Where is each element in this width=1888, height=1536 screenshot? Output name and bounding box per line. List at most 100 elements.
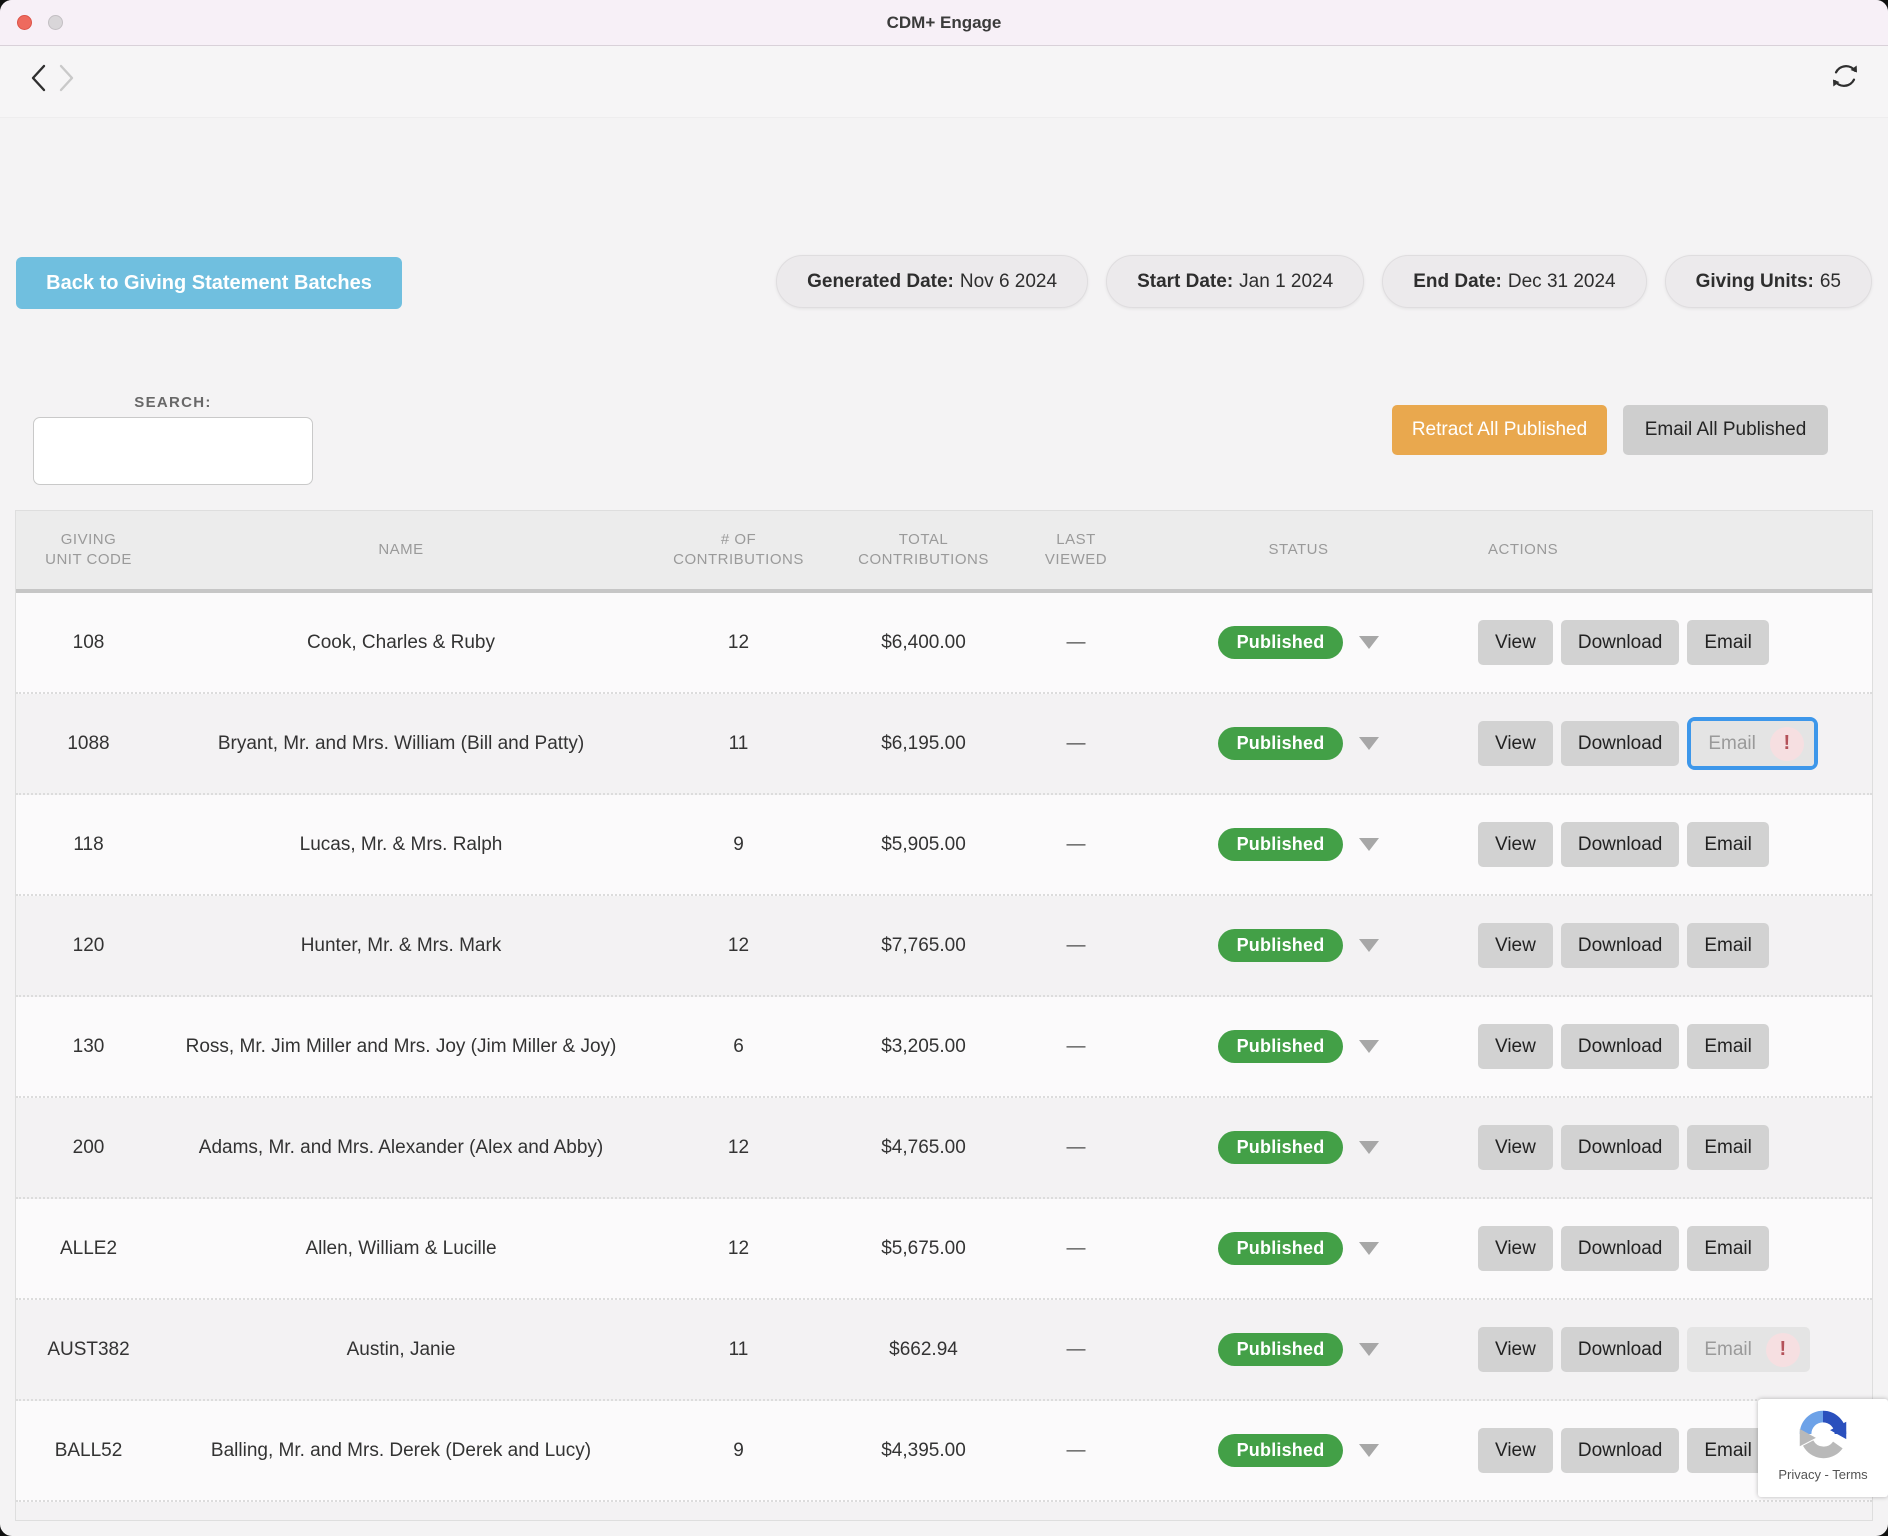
view-button[interactable]: View — [1478, 1125, 1553, 1170]
actions-cell: View DownloadEmail — [1456, 1024, 1872, 1069]
status-dropdown-caret-icon[interactable] — [1359, 1141, 1379, 1154]
email-all-published-button[interactable]: Email All Published — [1623, 405, 1828, 455]
window-title: CDM+ Engage — [887, 13, 1002, 33]
giving-unit-code-cell: ALLE2 — [16, 1238, 161, 1260]
last-viewed-cell: — — [1011, 632, 1141, 654]
email-button[interactable]: Email — [1687, 822, 1769, 867]
email-button-label: Email — [1704, 935, 1752, 957]
column-header-line: NAME — [378, 540, 423, 560]
contributions-cell: 12 — [641, 632, 836, 654]
giving-unit-code-cell: 130 — [16, 1036, 161, 1058]
email-button[interactable]: Email — [1687, 620, 1769, 665]
contributions-cell: 6 — [641, 1036, 836, 1058]
table-row: AUST382Austin, Janie11$662.94—PublishedV… — [16, 1300, 1872, 1401]
view-button-label: View — [1495, 1238, 1536, 1260]
search-input[interactable] — [33, 417, 313, 485]
status-dropdown-caret-icon[interactable] — [1359, 939, 1379, 952]
email-button[interactable]: Email — [1687, 1428, 1769, 1473]
recaptcha-badge[interactable]: Privacy - Terms — [1758, 1399, 1888, 1497]
view-button[interactable]: View — [1478, 1428, 1553, 1473]
actions-cell: ViewDownload Email — [1456, 1125, 1872, 1170]
status-dropdown-caret-icon[interactable] — [1359, 838, 1379, 851]
email-button-label: Email — [1704, 1137, 1752, 1159]
status-dropdown-caret-icon[interactable] — [1359, 1343, 1379, 1356]
actions-cell: View Download Email — [1456, 1226, 1872, 1271]
download-button-label: Download — [1578, 1339, 1663, 1361]
partial-next-row — [16, 1502, 1872, 1521]
column-header-line: VIEWED — [1045, 550, 1107, 570]
download-button-label: Download — [1578, 935, 1663, 957]
download-button[interactable]: Download — [1561, 923, 1680, 968]
status-dropdown-caret-icon[interactable] — [1359, 1242, 1379, 1255]
email-button[interactable]: Email — [1687, 1024, 1769, 1069]
recaptcha-privacy-terms[interactable]: Privacy - Terms — [1778, 1467, 1867, 1482]
download-button[interactable]: Download — [1561, 1024, 1680, 1069]
view-button[interactable]: View — [1478, 1226, 1553, 1271]
view-button-label: View — [1495, 632, 1536, 654]
status-cell: Published — [1141, 929, 1456, 962]
view-button-label: View — [1495, 1036, 1536, 1058]
giving-unit-code-cell: 120 — [16, 935, 161, 957]
status-badge: Published — [1218, 1030, 1344, 1063]
column-header-line: CONTRIBUTIONS — [858, 550, 989, 570]
batch-info-pills: Generated Date:Nov 6 2024Start Date:Jan … — [776, 255, 1872, 308]
pill-value: Dec 31 2024 — [1508, 271, 1616, 293]
table-row: BALL52Balling, Mr. and Mrs. Derek (Derek… — [16, 1401, 1872, 1502]
pill-label: Start Date: — [1137, 271, 1233, 293]
last-viewed-cell: — — [1011, 834, 1141, 856]
email-button-label: Email — [1704, 834, 1752, 856]
status-cell: Published — [1141, 1030, 1456, 1063]
table-row: 118Lucas, Mr. & Mrs. Ralph9$5,905.00—Pub… — [16, 795, 1872, 896]
total-contributions-cell: $7,765.00 — [836, 935, 1011, 957]
email-button[interactable]: Email — [1687, 1125, 1769, 1170]
status-cell: Published — [1141, 1131, 1456, 1164]
view-button[interactable]: View — [1478, 1024, 1553, 1069]
email-button[interactable]: Email — [1687, 1226, 1769, 1271]
table-row: ALLE2Allen, William & Lucille12$5,675.00… — [16, 1199, 1872, 1300]
status-dropdown-caret-icon[interactable] — [1359, 1444, 1379, 1457]
column-header: GIVINGUNIT CODE — [16, 530, 161, 570]
pill-label: Generated Date: — [807, 271, 954, 293]
giving-unit-code-cell: AUST382 — [16, 1339, 161, 1361]
status-cell: Published — [1141, 1434, 1456, 1467]
refresh-icon[interactable] — [1830, 61, 1860, 91]
view-button[interactable]: View — [1478, 822, 1553, 867]
pill-label: End Date: — [1413, 271, 1502, 293]
status-dropdown-caret-icon[interactable] — [1359, 1040, 1379, 1053]
back-to-batches-button[interactable]: Back to Giving Statement Batches — [16, 257, 402, 309]
email-button-label: Email — [1704, 1238, 1752, 1260]
giving-statements-table: GIVINGUNIT CODENAME# OFCONTRIBUTIONSTOTA… — [15, 510, 1873, 1521]
minimize-window-button — [48, 15, 63, 30]
view-button[interactable]: View — [1478, 923, 1553, 968]
download-button[interactable]: Download — [1561, 620, 1680, 665]
close-window-button[interactable] — [17, 15, 32, 30]
view-button[interactable]: View — [1478, 1327, 1553, 1372]
download-button[interactable]: Download — [1561, 1226, 1680, 1271]
status-cell: Published — [1141, 1232, 1456, 1265]
retract-all-published-button[interactable]: Retract All Published — [1392, 405, 1607, 455]
pill-value: 65 — [1820, 271, 1841, 293]
download-button-label: Download — [1578, 1238, 1663, 1260]
view-button-label: View — [1495, 834, 1536, 856]
back-arrow-icon[interactable] — [30, 63, 47, 93]
table-header-row: GIVINGUNIT CODENAME# OFCONTRIBUTIONSTOTA… — [16, 511, 1872, 593]
total-contributions-cell: $6,195.00 — [836, 733, 1011, 755]
view-button[interactable]: View — [1478, 721, 1553, 766]
title-bar: CDM+ Engage — [0, 0, 1888, 46]
window-controls — [17, 0, 63, 45]
status-dropdown-caret-icon[interactable] — [1359, 636, 1379, 649]
status-dropdown-caret-icon[interactable] — [1359, 737, 1379, 750]
download-button[interactable]: Download — [1561, 822, 1680, 867]
view-button[interactable]: View — [1478, 620, 1553, 665]
search-label: SEARCH: — [33, 394, 313, 411]
email-button[interactable]: Email — [1687, 923, 1769, 968]
email-button-label: Email — [1704, 1440, 1752, 1462]
download-button[interactable]: Download — [1561, 721, 1680, 766]
column-header: LASTVIEWED — [1011, 530, 1141, 570]
download-button[interactable]: Download — [1561, 1125, 1680, 1170]
column-header-line: GIVING — [61, 530, 117, 550]
email-button[interactable]: Email! — [1691, 721, 1814, 766]
batch-info-pill: End Date: Dec 31 2024 — [1382, 255, 1646, 308]
download-button[interactable]: Download — [1561, 1428, 1680, 1473]
download-button[interactable]: Download — [1561, 1327, 1680, 1372]
